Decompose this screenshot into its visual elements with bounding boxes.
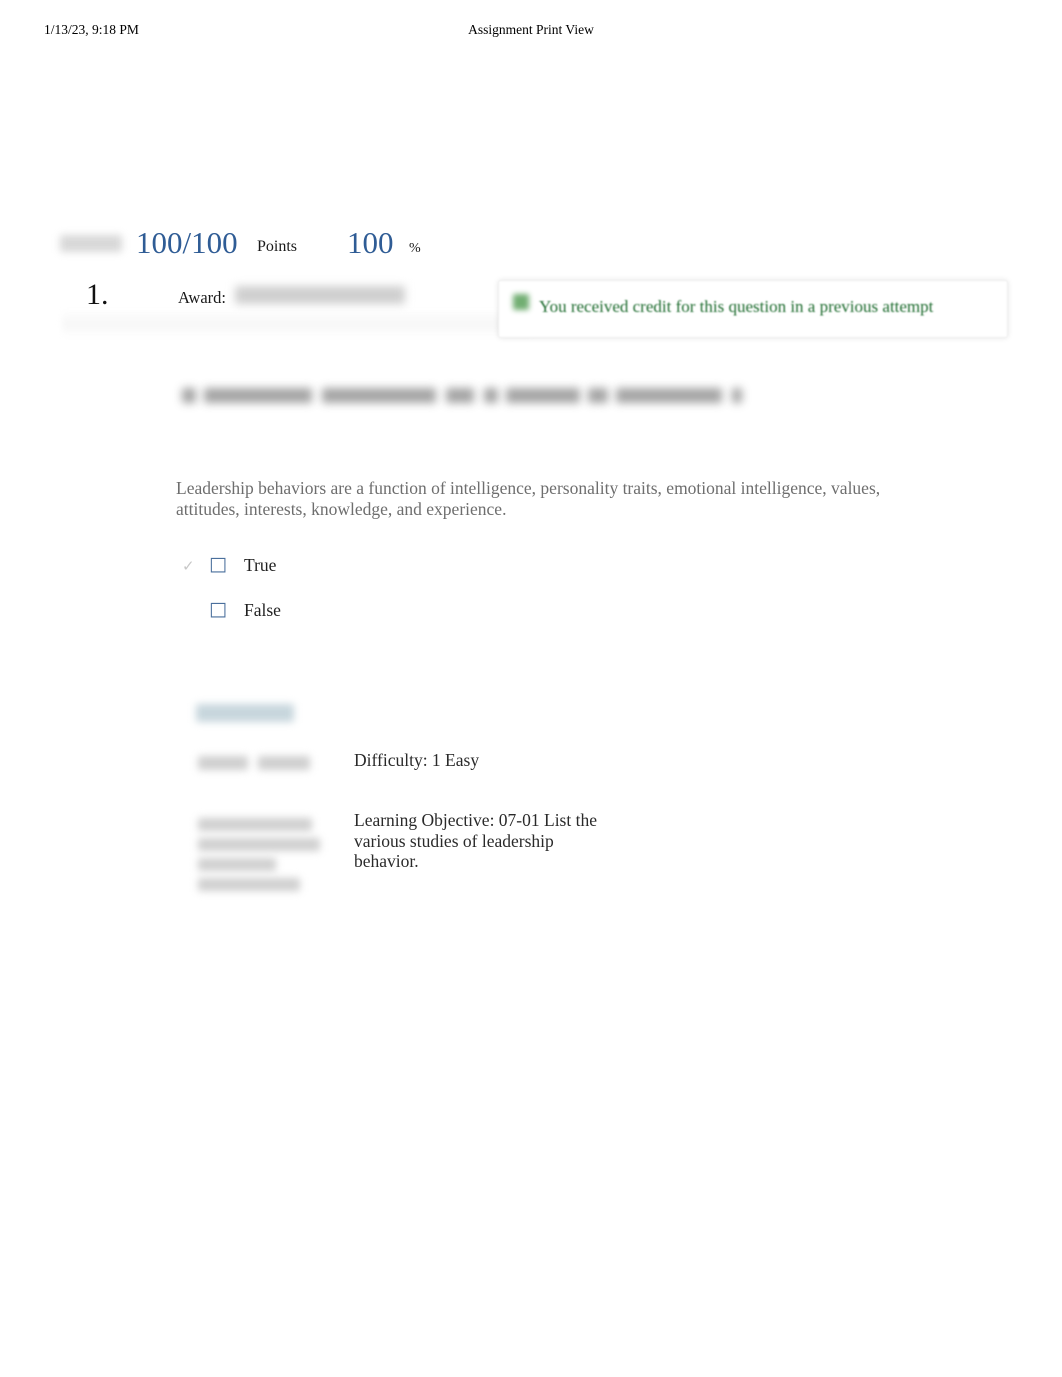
question-card-shade [62,308,532,338]
difficulty-value: Difficulty: 1 Easy [354,750,480,770]
metadata-key-redacted-d [198,838,320,851]
answer-choice-false-label: False [244,600,281,620]
metadata-key-redacted-b [258,756,310,770]
award-value-redacted [235,286,405,304]
metadata-key-redacted-f [198,878,300,891]
award-label: Award: [178,288,226,307]
question-number: 1. [86,278,109,311]
radio-button-false[interactable]: □ [209,600,227,619]
answer-choice-true-label: True [244,555,277,575]
score-percent-label: % [409,241,421,256]
references-label-redacted [196,704,294,722]
metadata-key-redacted-e [198,858,276,871]
question-heading-redacted [176,385,742,407]
metadata-key-redacted-c [198,818,312,831]
learning-objective-value: Learning Objective: 07-01 List the vario… [354,810,597,871]
selected-answer-check-icon: ✓ [182,559,195,575]
credit-banner-text: You received credit for this question in… [539,297,934,316]
score-summary-row: 100/100 Points 100 % [0,225,1062,273]
score-percent-value: 100 [347,225,394,260]
answer-choice-list: ✓ □ True □ False [176,552,576,642]
score-label-redacted [60,235,122,252]
previous-attempt-credit-banner: You received credit for this question in… [498,280,1008,338]
metadata-key-redacted-a [198,756,248,770]
answer-choice-true[interactable]: ✓ □ True [176,552,576,597]
radio-button-true[interactable]: □ [209,555,227,574]
page-header: 1/13/23, 9:18 PM Assignment Print View [0,22,1062,42]
check-badge-icon [513,294,529,310]
score-points-label: Points [257,238,298,255]
answer-choice-false[interactable]: □ False [176,597,576,642]
question-body-text: Leadership behaviors are a function of i… [176,478,881,519]
score-points-value: 100/100 [136,225,238,260]
header-title: Assignment Print View [468,22,594,37]
